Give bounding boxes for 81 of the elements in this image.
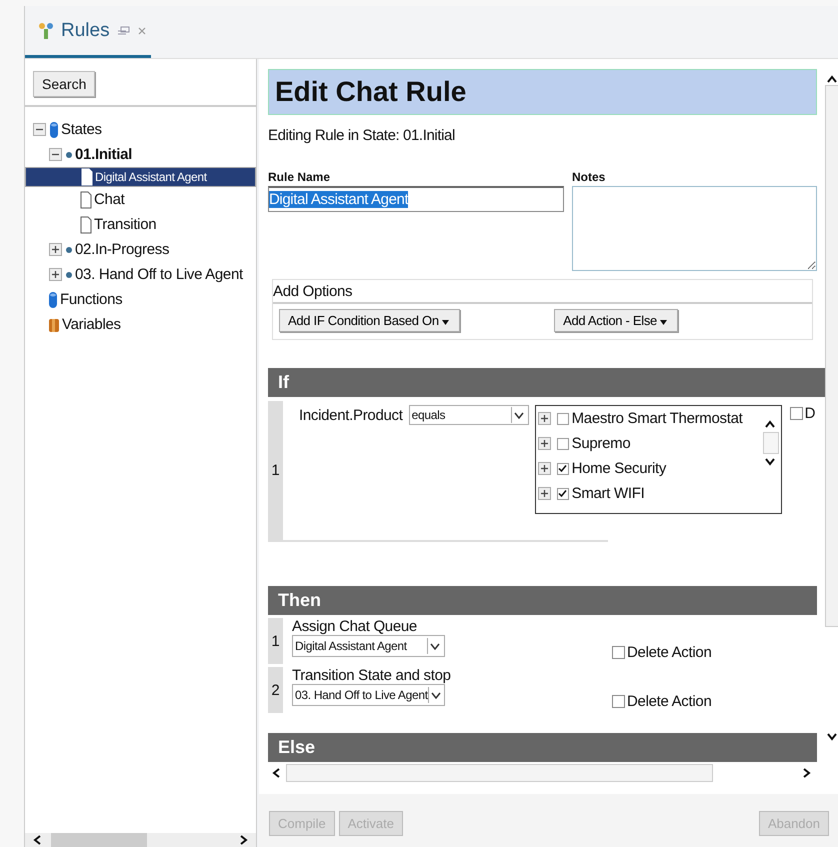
tree-item[interactable]: Functions xyxy=(25,287,256,312)
tree-item[interactable]: 03. Hand Off to Live Agent xyxy=(25,262,256,287)
tab-label: Rules xyxy=(61,20,110,42)
tree-item[interactable]: 01.Initial xyxy=(25,142,256,167)
scroll-left-icon[interactable] xyxy=(33,835,41,845)
expand-icon[interactable] xyxy=(538,487,551,500)
tree-item[interactable]: Digital Assistant Agent xyxy=(25,167,256,187)
section-heading: Add Options xyxy=(273,280,812,304)
notes-field[interactable] xyxy=(572,186,817,271)
options-list[interactable]: Maestro Smart Thermostat Supremo Home Security Smart WIFI xyxy=(534,405,782,514)
caret-icon xyxy=(442,320,450,325)
delete-checkbox[interactable]: D xyxy=(790,405,816,422)
rules-icon xyxy=(39,22,53,40)
action-label: Transition State and stop xyxy=(292,667,452,684)
dropdown-button[interactable]: Add Action - Else xyxy=(554,309,678,332)
state-subtitle: Editing Rule in State: 01.Initial xyxy=(268,127,456,144)
checkbox[interactable] xyxy=(556,488,569,500)
scroll-up-icon xyxy=(764,420,775,428)
search-button[interactable]: Search xyxy=(33,71,96,97)
section-header: Then xyxy=(268,586,817,615)
action-select[interactable]: 03. Hand Off to Live Agent xyxy=(292,684,445,706)
expand-icon[interactable] xyxy=(538,412,551,425)
section-header: If xyxy=(268,368,825,397)
tree-item[interactable]: Chat xyxy=(25,187,256,212)
field-label: Rule Name xyxy=(268,170,332,184)
expand-icon[interactable] xyxy=(538,437,551,450)
close-icon[interactable] xyxy=(138,26,146,34)
expand-icon[interactable] xyxy=(49,268,62,281)
package-icon xyxy=(48,316,60,332)
scroll-down-icon[interactable] xyxy=(827,733,837,741)
checkbox[interactable] xyxy=(556,462,569,474)
delete-checkbox[interactable]: Delete Action xyxy=(612,618,712,664)
dot-icon xyxy=(65,270,73,278)
field-label: Notes xyxy=(572,170,606,184)
scroll-up-icon[interactable] xyxy=(827,75,837,83)
collapse-icon[interactable] xyxy=(33,123,46,136)
delete-checkbox[interactable]: Delete Action xyxy=(612,667,712,713)
tree-item[interactable]: States xyxy=(25,117,256,142)
chevron-down-icon xyxy=(430,692,441,698)
field-name: Incident.Product xyxy=(299,406,403,424)
tree-item[interactable]: Transition xyxy=(25,212,256,237)
document-icon xyxy=(81,168,93,186)
action-select[interactable]: Digital Assistant Agent xyxy=(292,635,445,657)
row-number: 1 xyxy=(268,618,283,664)
list-option[interactable]: Home Security xyxy=(536,456,781,481)
row-number: 1 xyxy=(268,401,283,540)
dot-icon xyxy=(65,150,73,158)
document-icon xyxy=(80,216,92,234)
scrollbar-thumb[interactable] xyxy=(762,432,779,454)
dropdown-button[interactable]: Add IF Condition Based On xyxy=(279,309,460,332)
scroll-down-icon xyxy=(764,458,775,466)
row-number: 2 xyxy=(268,667,283,713)
scrollbar-thumb[interactable] xyxy=(51,833,147,847)
database-icon xyxy=(49,120,59,138)
list-option[interactable]: Maestro Smart Thermostat xyxy=(536,406,781,431)
restore-icon[interactable] xyxy=(118,26,130,36)
caret-icon xyxy=(660,320,668,325)
database-icon xyxy=(48,290,58,308)
collapse-icon[interactable] xyxy=(49,148,62,161)
dot-icon xyxy=(65,246,73,254)
operator-select[interactable]: equals xyxy=(408,405,529,425)
expand-icon[interactable] xyxy=(49,243,62,256)
scroll-right-icon[interactable] xyxy=(240,835,248,845)
chevron-down-icon xyxy=(430,642,440,650)
section-header: Else xyxy=(268,733,817,762)
checkbox[interactable] xyxy=(556,412,569,424)
scroll-left-icon xyxy=(272,768,280,778)
rule-name-field[interactable]: Digital Assistant Agent xyxy=(268,186,564,212)
scrollbar-thumb[interactable] xyxy=(825,85,838,627)
scrollbar-thumb[interactable] xyxy=(286,764,713,782)
scroll-right-icon xyxy=(803,768,811,778)
document-icon xyxy=(80,190,92,208)
chevron-down-icon xyxy=(514,412,524,418)
action-label: Assign Chat Queue xyxy=(292,618,418,635)
expand-icon[interactable] xyxy=(538,462,551,475)
tree-item[interactable]: Variables xyxy=(25,312,256,337)
page-title: Edit Chat Rule xyxy=(268,69,817,115)
checkbox[interactable] xyxy=(556,438,569,450)
list-option[interactable]: Smart WIFI xyxy=(536,481,781,506)
tree-item[interactable]: 02.In-Progress xyxy=(25,237,256,262)
list-option[interactable]: Supremo xyxy=(536,431,781,456)
